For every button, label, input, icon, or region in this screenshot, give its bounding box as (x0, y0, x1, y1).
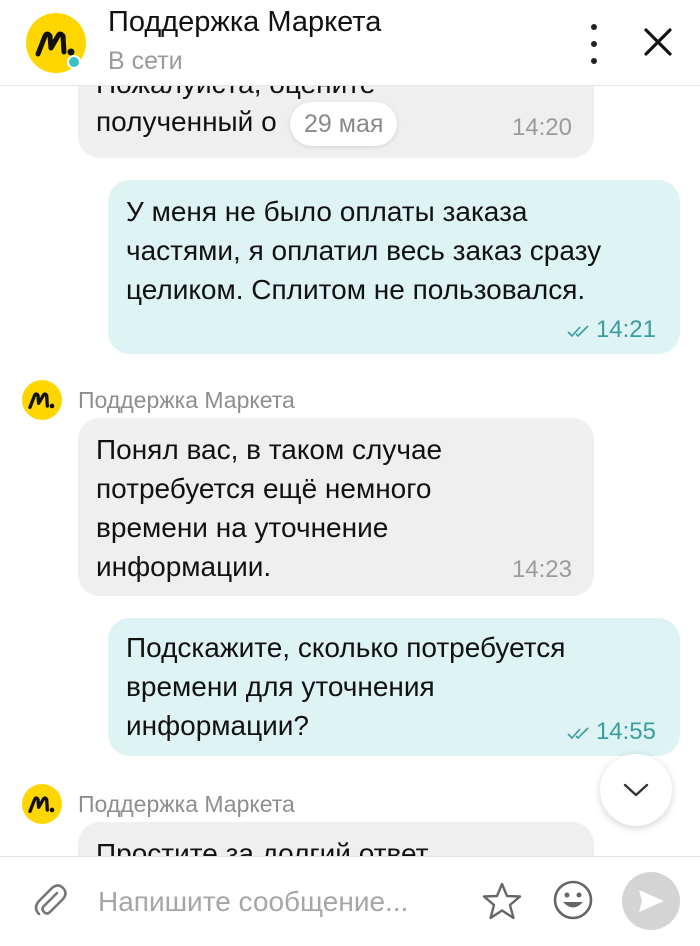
message-text: потребуется ещё немного (96, 473, 432, 504)
message-text: информации? (126, 710, 309, 741)
send-button[interactable] (622, 872, 680, 930)
chat-status: В сети (108, 47, 183, 75)
sender-row: Поддержка Маркета (22, 784, 295, 824)
paperclip-icon[interactable] (30, 881, 70, 921)
chat-header: Поддержка Маркета В сети (0, 0, 700, 86)
sender-name: Поддержка Маркета (78, 386, 295, 413)
chevron-down-icon (623, 783, 649, 797)
online-status-dot (67, 55, 81, 69)
message-time: 14:23 (511, 556, 572, 583)
message-list[interactable]: Пожалуйста, оцените полученный о 14:20 2… (0, 86, 700, 856)
market-logo-icon (22, 380, 62, 420)
close-icon[interactable] (638, 22, 678, 62)
message-text: информации. (96, 551, 272, 582)
message-time: 14:21 (566, 310, 656, 349)
message-bubble-outgoing: У меня не было оплаты заказа частями, я … (108, 180, 680, 354)
message-text: У меня не было оплаты заказа (126, 196, 528, 227)
message-text: времени для уточнения (126, 671, 435, 702)
send-icon (639, 890, 664, 912)
message-text: Подскажите, сколько потребуется (126, 632, 566, 663)
read-check-icon (567, 727, 589, 739)
chat-title: Поддержка Маркета (108, 6, 382, 38)
sender-row: Поддержка Маркета (22, 380, 295, 420)
market-logo-icon (22, 784, 62, 824)
message-text: Пожалуйста, оцените (96, 86, 375, 103)
message-text: полученный о (96, 106, 277, 137)
message-text: времени на уточнение (96, 512, 389, 543)
message-time: 14:55 (566, 712, 656, 751)
sender-name: Поддержка Маркета (78, 790, 295, 817)
kebab-menu-icon[interactable] (582, 24, 606, 64)
message-bubble-incoming: Простите за долгий ответ (78, 822, 594, 856)
message-text: Понял вас, в таком случае (96, 434, 443, 465)
read-check-icon (567, 325, 589, 337)
scroll-down-button[interactable] (600, 754, 672, 826)
message-text: целиком. Сплитом не пользовался. (126, 274, 586, 305)
message-text: Простите за долгий ответ (96, 838, 429, 856)
message-composer (0, 856, 700, 946)
message-bubble-outgoing: Подскажите, сколько потребуется времени … (108, 618, 680, 756)
star-icon[interactable] (482, 881, 522, 921)
message-time: 14:20 (511, 114, 572, 141)
date-separator: 29 мая (290, 102, 398, 146)
message-bubble-incoming: Понял вас, в таком случае потребуется ещ… (78, 418, 594, 596)
message-input[interactable] (98, 879, 468, 925)
message-text: частями, я оплатил весь заказ сразу (126, 235, 602, 266)
smile-icon[interactable] (552, 879, 594, 921)
